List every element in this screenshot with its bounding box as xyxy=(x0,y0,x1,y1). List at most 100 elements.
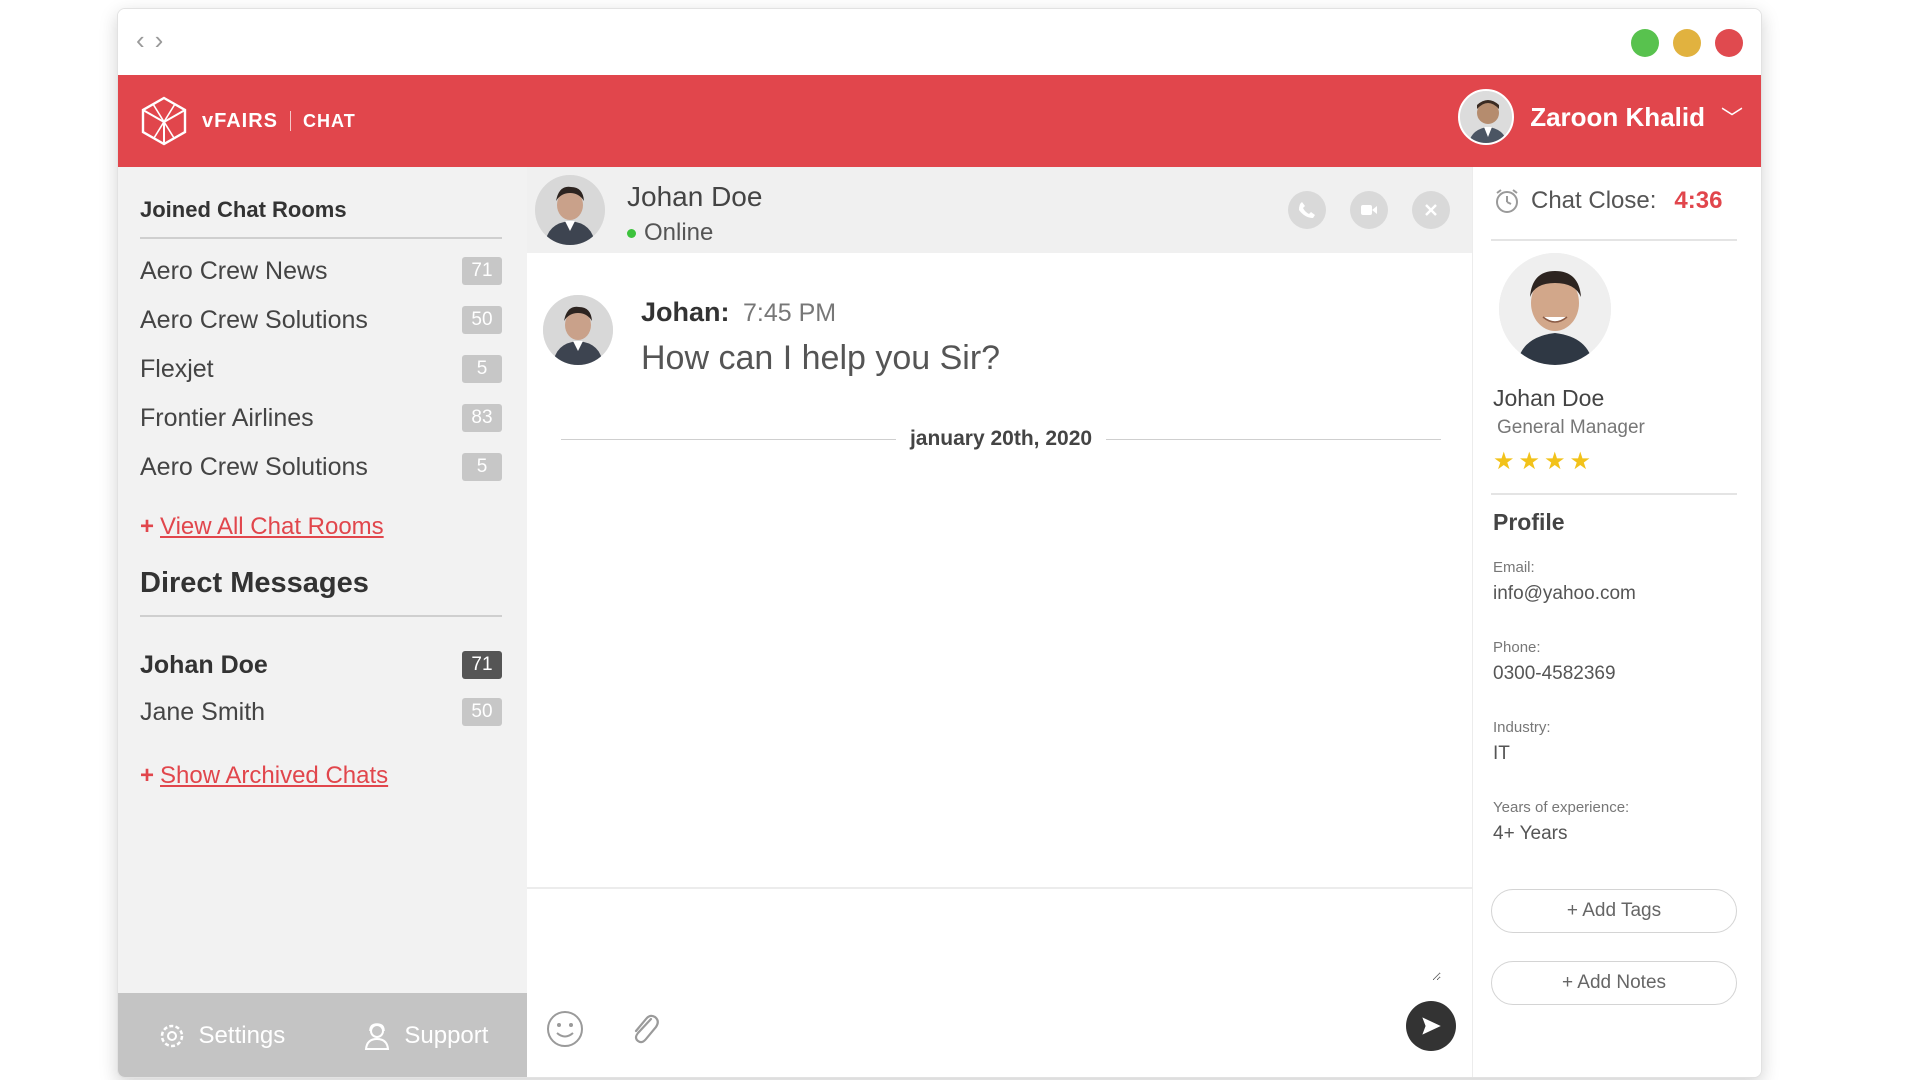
rooms-divider xyxy=(140,237,502,239)
dm-divider xyxy=(140,615,502,617)
message-meta: Johan: 7:45 PM xyxy=(641,297,836,328)
unread-badge: 5 xyxy=(462,453,502,481)
user-avatar-icon xyxy=(1460,91,1513,143)
online-dot-icon xyxy=(627,228,636,238)
video-call-button[interactable] xyxy=(1350,191,1388,229)
chat-room-item[interactable]: Aero Crew Solutions 5 xyxy=(140,447,502,487)
alarm-clock-icon xyxy=(1496,189,1518,213)
chat-panel: Johan Doe Online Johan: 7:45 PM How can … xyxy=(527,167,1472,1077)
chat-room-label: Aero Crew Solutions xyxy=(140,305,368,334)
chat-room-label: Flexjet xyxy=(140,354,214,383)
sidebar-footer: Settings Support xyxy=(118,993,527,1077)
dm-item[interactable]: Jane Smith 50 xyxy=(140,692,502,732)
forward-arrow-icon[interactable]: › xyxy=(155,27,164,53)
plus-icon: + xyxy=(140,513,155,540)
profile-photo-icon xyxy=(1499,253,1611,365)
date-separator-text: january 20th, 2020 xyxy=(909,427,1093,450)
message-input[interactable] xyxy=(541,901,1441,981)
profile-name: Johan Doe xyxy=(1493,385,1605,411)
contact-avatar[interactable] xyxy=(535,175,605,245)
email-value: info@yahoo.com xyxy=(1493,583,1636,604)
close-icon xyxy=(1425,204,1437,216)
support-agent-icon xyxy=(365,1023,390,1050)
chat-header: Johan Doe Online xyxy=(527,167,1472,253)
chat-room-item[interactable]: Aero Crew News 71 xyxy=(140,251,502,291)
close-window-button[interactable] xyxy=(1715,29,1743,57)
show-archived-link[interactable]: + Show Archived Chats xyxy=(140,762,388,790)
video-camera-icon xyxy=(1361,205,1377,215)
chat-room-item[interactable]: Aero Crew Solutions 50 xyxy=(140,300,502,340)
chat-room-label: Frontier Airlines xyxy=(140,403,314,432)
timer-label: Chat Close: xyxy=(1531,187,1657,214)
attach-button[interactable] xyxy=(625,1009,665,1049)
gear-icon xyxy=(160,1024,183,1048)
message-time: 7:45 PM xyxy=(743,299,837,327)
view-all-rooms-link[interactable]: + View All Chat Rooms xyxy=(140,513,384,541)
star-rating: ★★★★ xyxy=(1493,448,1596,475)
industry-value: IT xyxy=(1493,743,1510,764)
chat-close-timer: Chat Close: 4:36 xyxy=(1493,187,1722,215)
dm-label: Johan Doe xyxy=(140,650,268,679)
message-text: How can I help you Sir? xyxy=(641,339,1001,377)
timer-divider xyxy=(1491,239,1737,241)
send-button[interactable] xyxy=(1406,1001,1456,1051)
user-name: Zaroon Khalid xyxy=(1530,101,1705,132)
logo-divider xyxy=(290,111,292,131)
date-separator-line xyxy=(561,438,896,440)
chat-room-label: Aero Crew Solutions xyxy=(140,452,368,481)
dm-label: Jane Smith xyxy=(140,697,266,726)
contact-avatar-icon xyxy=(535,175,605,245)
settings-label: Settings xyxy=(198,1022,286,1049)
rating-divider xyxy=(1491,493,1737,495)
contact-status: Online xyxy=(627,219,713,247)
app-logo[interactable]: vFAIRS CHAT xyxy=(138,95,356,147)
nav-arrows: ‹ › xyxy=(136,27,163,53)
date-separator: january 20th, 2020 xyxy=(561,427,1442,451)
window-titlebar: ‹ › xyxy=(118,9,1761,75)
view-all-rooms-label: View All Chat Rooms xyxy=(160,513,384,540)
add-notes-button[interactable]: + Add Notes xyxy=(1491,961,1737,1005)
timer-countdown: 4:36 xyxy=(1674,187,1723,214)
unread-badge: 50 xyxy=(462,698,502,726)
cube-logo-icon xyxy=(141,96,187,146)
minimize-button[interactable] xyxy=(1673,29,1701,57)
send-arrow-icon xyxy=(1422,1017,1441,1035)
app-window: ‹ › vFAIRS CHAT Zaroon Khalid ﹀ Joined C… xyxy=(117,8,1762,1078)
status-text: Online xyxy=(644,219,714,246)
industry-label: Industry: xyxy=(1493,719,1551,736)
paperclip-icon xyxy=(634,1014,659,1044)
unread-badge: 71 xyxy=(462,257,502,285)
back-arrow-icon[interactable]: ‹ xyxy=(136,27,145,53)
unread-badge: 83 xyxy=(462,404,502,432)
dm-item-active[interactable]: Johan Doe 71 xyxy=(140,645,502,685)
end-chat-button[interactable] xyxy=(1412,191,1450,229)
phone-label: Phone: xyxy=(1493,639,1541,656)
profile-avatar xyxy=(1499,253,1611,365)
unread-badge: 50 xyxy=(462,306,502,334)
support-label: Support xyxy=(404,1022,489,1049)
add-tags-button[interactable]: + Add Tags xyxy=(1491,889,1737,933)
profile-role: General Manager xyxy=(1497,417,1645,438)
brand-section: CHAT xyxy=(303,110,356,131)
message-composer xyxy=(527,887,1472,1077)
chat-room-label: Aero Crew News xyxy=(140,256,328,285)
unread-badge: 5 xyxy=(462,355,502,383)
window-controls xyxy=(1631,29,1743,57)
joined-rooms-title: Joined Chat Rooms xyxy=(140,197,347,222)
settings-button[interactable]: Settings xyxy=(157,1021,286,1051)
sender-avatar-icon xyxy=(543,295,613,365)
chat-room-item[interactable]: Frontier Airlines 83 xyxy=(140,398,502,438)
date-separator-line xyxy=(1106,438,1442,440)
voice-call-button[interactable] xyxy=(1288,191,1326,229)
user-menu[interactable]: Zaroon Khalid ﹀ xyxy=(1458,89,1743,145)
chevron-down-icon: ﹀ xyxy=(1720,106,1743,131)
phone-icon xyxy=(1299,202,1315,218)
experience-label: Years of experience: xyxy=(1493,799,1630,816)
chat-room-item[interactable]: Flexjet 5 xyxy=(140,349,502,389)
maximize-button[interactable] xyxy=(1631,29,1659,57)
direct-messages-title: Direct Messages xyxy=(140,567,369,599)
support-button[interactable]: Support xyxy=(362,1021,488,1051)
plus-icon: + xyxy=(140,762,155,789)
emoji-button[interactable] xyxy=(545,1009,585,1049)
message-avatar xyxy=(543,295,613,365)
